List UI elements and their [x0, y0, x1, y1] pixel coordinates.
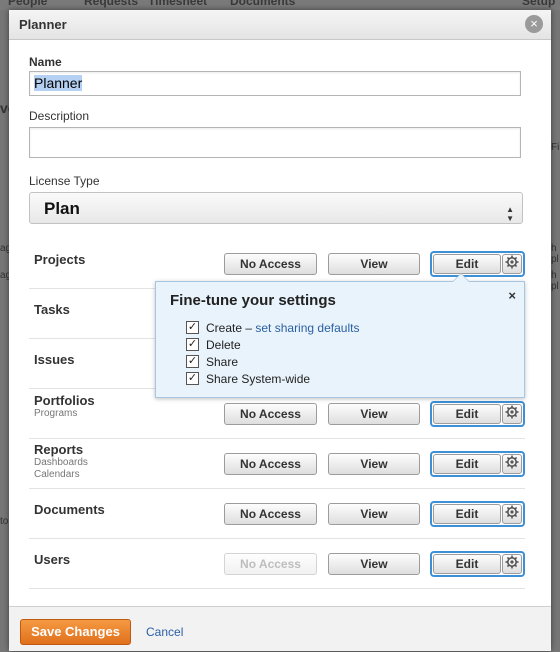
bg-nav-timesheet: Timesheet	[148, 0, 208, 8]
license-type-select[interactable]: Plan ▲ ▼	[29, 192, 523, 224]
option-create: ✓ Create – set sharing defaults	[186, 321, 360, 335]
option-share-system-wide: ✓ Share System-wide	[186, 371, 310, 387]
popover-arrow	[452, 273, 470, 282]
edit-button-group: Edit	[430, 551, 525, 577]
gear-icon[interactable]	[502, 454, 522, 474]
close-icon[interactable]: ×	[508, 288, 516, 303]
permission-row-documents: Documents No Access View Edit	[29, 489, 525, 539]
option-share: ✓ Share	[186, 354, 238, 370]
delete-checkbox[interactable]: ✓	[186, 338, 199, 352]
no-access-button[interactable]: No Access	[224, 503, 317, 525]
row-title: Portfolios	[34, 393, 95, 408]
row-label: Reports Dashboards Calendars	[34, 442, 88, 481]
bg-nav-people: People	[8, 0, 48, 8]
gear-icon[interactable]	[502, 254, 522, 274]
view-button[interactable]: View	[328, 503, 420, 525]
share-system-wide-checkbox[interactable]: ✓	[186, 372, 199, 386]
edit-button-group: Edit	[430, 401, 525, 427]
row-sub-label: Programs	[34, 408, 78, 419]
bg-nav-requests: Requests	[84, 0, 139, 8]
gear-icon[interactable]	[502, 554, 522, 574]
no-access-button[interactable]: No Access	[224, 453, 317, 475]
edit-button-group: Edit	[430, 501, 525, 527]
row-label: Portfolios Programs	[34, 393, 95, 420]
permission-row-reports: Reports Dashboards Calendars No Access V…	[29, 439, 525, 489]
option-label: Share	[206, 355, 239, 369]
bg-nav-documents: Documents	[230, 0, 296, 8]
edit-button[interactable]: Edit	[433, 454, 501, 474]
option-label: Share System-wide	[206, 372, 311, 386]
close-icon[interactable]: ×	[525, 15, 543, 33]
view-button[interactable]: View	[328, 553, 420, 575]
bg-fragment: h pl	[551, 270, 559, 292]
description-input[interactable]	[29, 127, 521, 158]
row-label: Issues	[34, 352, 75, 367]
dialog-header: Planner ×	[9, 10, 551, 40]
license-type-value: Plan	[44, 199, 80, 218]
bg-nav-setup: Setup	[522, 0, 556, 8]
option-delete: ✓ Delete	[186, 337, 241, 353]
edit-button[interactable]: Edit	[433, 254, 501, 274]
no-access-button[interactable]: No Access	[224, 403, 317, 425]
bg-fragment: h pl	[551, 243, 559, 265]
create-checkbox[interactable]: ✓	[186, 321, 199, 335]
description-label: Description	[29, 109, 90, 123]
share-checkbox[interactable]: ✓	[186, 355, 199, 369]
edit-button-group: Edit	[430, 451, 525, 477]
background-nav-bar: People Requests Timesheet Documents Setu…	[0, 0, 560, 10]
name-input-value: Planner	[34, 75, 83, 91]
row-label: Tasks	[34, 302, 70, 317]
row-sub-label: Calendars	[34, 469, 80, 480]
save-changes-button[interactable]: Save Changes	[20, 619, 131, 645]
gear-icon[interactable]	[502, 404, 522, 424]
popover-title: Fine-tune your settings	[170, 292, 336, 309]
edit-button[interactable]: Edit	[433, 554, 501, 574]
dialog-title: Planner	[19, 17, 67, 32]
no-access-button[interactable]: No Access	[224, 253, 317, 275]
row-label: Users	[34, 552, 71, 567]
option-label: Create	[206, 321, 243, 335]
name-label: Name	[29, 55, 62, 69]
bg-fragment: Filt	[551, 142, 560, 153]
row-label: Documents	[34, 502, 105, 517]
dialog-footer: Save Changes Cancel	[9, 606, 551, 651]
chevron-down-icon: ▲ ▼	[506, 205, 514, 223]
view-button[interactable]: View	[328, 453, 420, 475]
fine-tune-popover: Fine-tune your settings × ✓ Create – set …	[155, 273, 525, 398]
background-right-edge	[551, 10, 560, 652]
edit-button[interactable]: Edit	[433, 404, 501, 424]
gear-icon[interactable]	[502, 504, 522, 524]
row-sub-label: Dashboards	[34, 457, 88, 468]
view-button[interactable]: View	[328, 253, 420, 275]
cancel-link[interactable]: Cancel	[146, 625, 183, 639]
set-sharing-defaults-link[interactable]: set sharing defaults	[255, 321, 359, 335]
view-button[interactable]: View	[328, 403, 420, 425]
permission-row-users: Users No Access View Edit	[29, 539, 525, 589]
no-access-button: No Access	[224, 553, 317, 575]
option-label: Delete	[206, 338, 241, 352]
edit-button-group: Edit	[430, 251, 525, 277]
license-type-label: License Type	[29, 174, 100, 188]
edit-button[interactable]: Edit	[433, 504, 501, 524]
name-input[interactable]: Planner	[29, 71, 521, 96]
bg-fragment: to	[0, 516, 9, 527]
row-label: Projects	[34, 252, 86, 267]
row-title: Reports	[34, 442, 84, 457]
